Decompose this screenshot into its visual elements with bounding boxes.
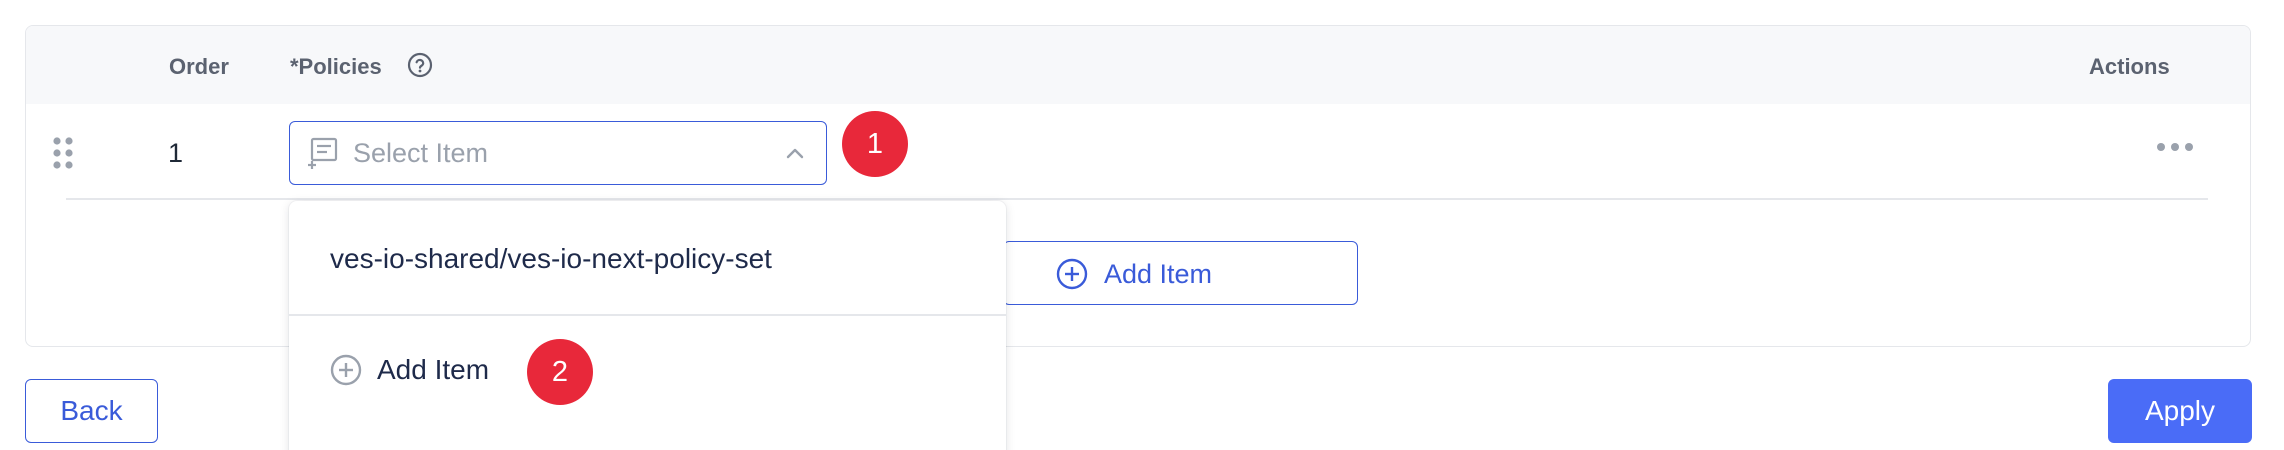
table-header: Order *Policies Actions [26,26,2250,104]
policy-dropdown-menu: ves-io-shared/ves-io-next-policy-set Add… [289,201,1006,450]
back-button[interactable]: Back [25,379,158,443]
row-divider [66,198,2208,200]
column-header-policies: *Policies [290,54,382,79]
apply-button[interactable]: Apply [2108,379,2252,443]
select-placeholder: Select Item [353,138,489,168]
drag-handle-icon[interactable] [52,136,74,170]
annotation-badge-1: 1 [842,111,908,177]
help-circle-icon[interactable] [407,52,433,78]
dropdown-option[interactable]: ves-io-shared/ves-io-next-policy-set [289,201,1006,314]
dropdown-option-label: ves-io-shared/ves-io-next-policy-set [330,243,772,274]
row-order-value: 1 [168,138,184,168]
annotation-badge-2: 2 [527,339,593,405]
plus-circle-icon [1056,258,1088,290]
dropdown-add-item[interactable]: Add Item [289,316,1006,426]
column-header-actions: Actions [2089,54,2170,79]
dropdown-add-item-label: Add Item [377,354,490,385]
add-item-button[interactable]: Add Item [1003,241,1358,305]
policy-select[interactable]: Select Item [289,121,827,185]
chevron-up-icon [786,148,804,159]
more-horizontal-icon[interactable] [2155,140,2195,154]
list-add-icon [308,137,338,169]
plus-circle-icon [330,354,362,386]
column-header-order: Order [169,54,229,79]
add-item-label: Add Item [1104,259,1213,289]
